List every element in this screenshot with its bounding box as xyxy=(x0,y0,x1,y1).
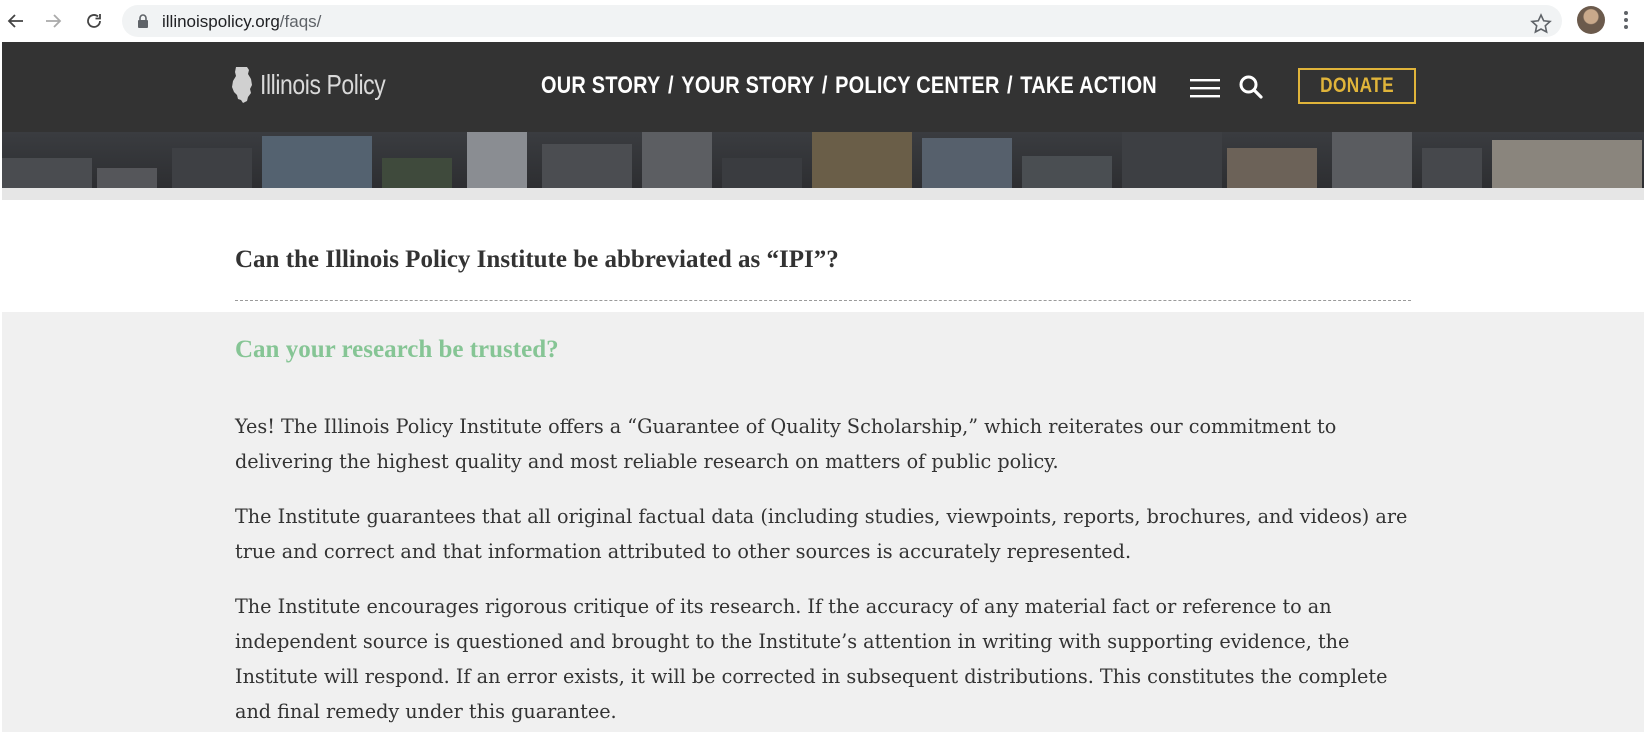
faq-question-research-trusted[interactable]: Can your research be trusted? xyxy=(235,336,559,364)
bookmark-star-icon[interactable] xyxy=(1530,13,1552,35)
reload-icon[interactable] xyxy=(81,8,107,34)
url-domain: illinoispolicy.org xyxy=(162,12,280,31)
url-text: illinoispolicy.org/faqs/ xyxy=(162,12,321,32)
lock-icon xyxy=(138,14,148,28)
nav-separator: / xyxy=(821,72,828,99)
hamburger-menu-icon[interactable] xyxy=(1190,77,1222,99)
nav-separator: / xyxy=(668,72,674,99)
answer-paragraph: The Institute guarantees that all origin… xyxy=(235,505,1408,563)
site-header: Illinois Policy OUR STORY / YOUR STORY /… xyxy=(2,42,1644,132)
forward-arrow-icon[interactable] xyxy=(40,8,66,34)
answer-paragraph: Yes! The Illinois Policy Institute offer… xyxy=(235,415,1337,473)
nav-separator: / xyxy=(1007,72,1013,99)
faq-divider xyxy=(235,300,1411,301)
nav-policy-center[interactable]: POLICY CENTER xyxy=(835,72,999,100)
hero-skyline-image xyxy=(2,132,1644,188)
browser-menu-icon[interactable] xyxy=(1622,9,1630,31)
illinois-state-icon xyxy=(232,67,252,103)
donate-button[interactable]: DONATE xyxy=(1298,68,1416,104)
profile-avatar[interactable] xyxy=(1577,6,1605,34)
site-logo[interactable]: Illinois Policy xyxy=(230,65,413,105)
donate-label: DONATE xyxy=(1320,74,1394,97)
hero-divider xyxy=(2,188,1644,200)
browser-toolbar: illinoispolicy.org/faqs/ xyxy=(0,0,1644,42)
answer-paragraph: The Institute encourages rigorous critiq… xyxy=(235,595,1388,723)
logo-text: Illinois Policy xyxy=(260,69,386,100)
url-path: /faqs/ xyxy=(279,12,322,31)
nav-our-story[interactable]: OUR STORY xyxy=(541,72,661,100)
address-bar[interactable]: illinoispolicy.org/faqs/ xyxy=(122,5,1562,37)
search-icon[interactable] xyxy=(1238,74,1264,100)
main-navigation: OUR STORY / YOUR STORY / POLICY CENTER /… xyxy=(541,72,1157,100)
nav-your-story[interactable]: YOUR STORY xyxy=(681,72,814,100)
back-arrow-icon[interactable] xyxy=(3,8,29,34)
faq-question-ipi[interactable]: Can the Illinois Policy Institute be abb… xyxy=(235,246,839,274)
nav-take-action[interactable]: TAKE ACTION xyxy=(1020,72,1157,100)
